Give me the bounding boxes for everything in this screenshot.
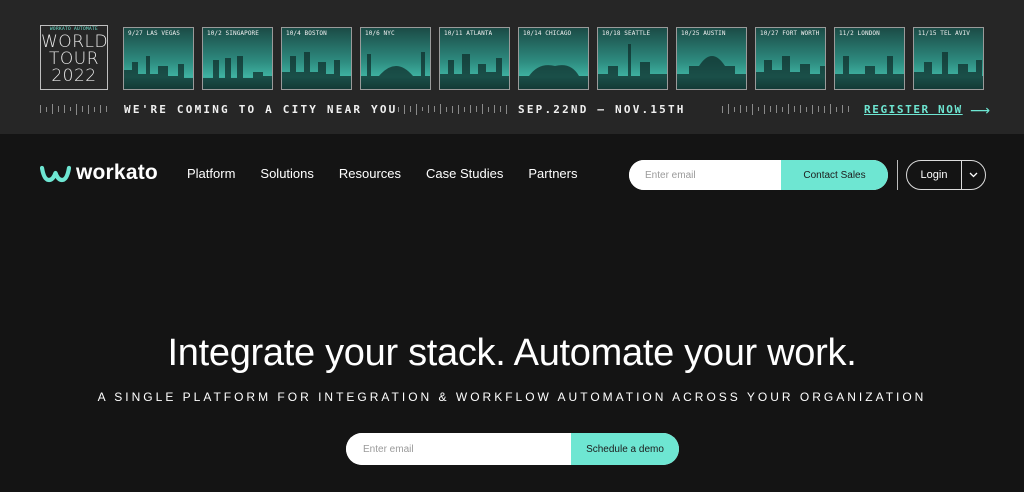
nav-link-platform[interactable]: Platform bbox=[187, 166, 235, 181]
login-group: Login bbox=[906, 160, 986, 190]
city-card-label: 10/25 AUSTIN bbox=[681, 30, 726, 37]
banner-dates: SEP.22ND — NOV.15TH bbox=[518, 103, 686, 116]
login-button[interactable]: Login bbox=[907, 161, 962, 189]
nav-link-case-studies[interactable]: Case Studies bbox=[426, 166, 503, 181]
nav-links: Platform Solutions Resources Case Studie… bbox=[187, 166, 603, 181]
city-card[interactable]: 10/14 CHICAGO bbox=[518, 27, 589, 90]
main-navigation: workato Platform Solutions Resources Cas… bbox=[0, 134, 1024, 216]
hero-email-form: Schedule a demo bbox=[346, 433, 679, 465]
city-card[interactable]: 10/25 AUSTIN bbox=[676, 27, 747, 90]
city-card[interactable]: 11/15 TEL AVIV bbox=[913, 27, 984, 90]
hero-section: Integrate your stack. Automate your work… bbox=[0, 216, 1024, 492]
city-card-label: 10/4 BOSTON bbox=[286, 30, 327, 37]
schedule-demo-button[interactable]: Schedule a demo bbox=[571, 433, 679, 465]
nav-divider bbox=[897, 160, 898, 190]
banner-tagline: WE'RE COMING TO A CITY NEAR YOU bbox=[124, 103, 398, 116]
city-card-label: 11/2 LONDON bbox=[839, 30, 880, 37]
hero-email-input[interactable] bbox=[346, 433, 571, 465]
city-card-label: 10/2 SINGAPORE bbox=[207, 30, 259, 37]
city-card[interactable]: 10/4 BOSTON bbox=[281, 27, 352, 90]
world-tour-logo-line3: 2022 bbox=[51, 66, 97, 86]
workato-logo[interactable]: workato bbox=[40, 161, 158, 185]
city-card[interactable]: 10/27 FORT WORTH bbox=[755, 27, 826, 90]
nav-link-solutions[interactable]: Solutions bbox=[260, 166, 313, 181]
city-card[interactable]: 10/2 SINGAPORE bbox=[202, 27, 273, 90]
nav-link-resources[interactable]: Resources bbox=[339, 166, 401, 181]
register-now-link[interactable]: REGISTER NOW bbox=[864, 103, 963, 116]
city-card-label: 9/27 LAS VEGAS bbox=[128, 30, 180, 37]
arrow-right-icon[interactable]: ⟶ bbox=[970, 102, 990, 119]
world-tour-logo: WORKATO AUTOMATE WORLD TOUR 2022 bbox=[40, 25, 108, 90]
tick-decoration-middle bbox=[398, 102, 507, 116]
city-card-label: 11/15 TEL AVIV bbox=[918, 30, 970, 37]
brand-name: workato bbox=[76, 161, 158, 184]
chevron-down-icon[interactable] bbox=[962, 161, 985, 189]
world-tour-banner[interactable]: WORKATO AUTOMATE WORLD TOUR 2022 9/27 LA… bbox=[0, 0, 1024, 134]
city-card-label: 10/27 FORT WORTH bbox=[760, 30, 820, 37]
city-card-label: 10/18 SEATTLE bbox=[602, 30, 651, 37]
tick-decoration-left bbox=[40, 102, 107, 116]
tick-decoration-right bbox=[722, 102, 849, 116]
city-card[interactable]: 9/27 LAS VEGAS bbox=[123, 27, 194, 90]
contact-sales-button[interactable]: Contact Sales bbox=[781, 160, 888, 190]
city-card-label: 10/14 CHICAGO bbox=[523, 30, 572, 37]
city-card[interactable]: 10/11 ATLANTA bbox=[439, 27, 510, 90]
hero-title: Integrate your stack. Automate your work… bbox=[167, 332, 857, 374]
city-card[interactable]: 10/6 NYC bbox=[360, 27, 431, 90]
city-card-label: 10/6 NYC bbox=[365, 30, 395, 37]
city-card-label: 10/11 ATLANTA bbox=[444, 30, 493, 37]
city-card[interactable]: 11/2 LONDON bbox=[834, 27, 905, 90]
city-card[interactable]: 10/18 SEATTLE bbox=[597, 27, 668, 90]
workato-logo-icon bbox=[40, 165, 71, 182]
nav-link-partners[interactable]: Partners bbox=[528, 166, 577, 181]
nav-email-input[interactable] bbox=[629, 160, 781, 190]
nav-email-form: Contact Sales bbox=[629, 160, 888, 190]
hero-subtitle: A SINGLE PLATFORM FOR INTEGRATION & WORK… bbox=[97, 390, 927, 404]
